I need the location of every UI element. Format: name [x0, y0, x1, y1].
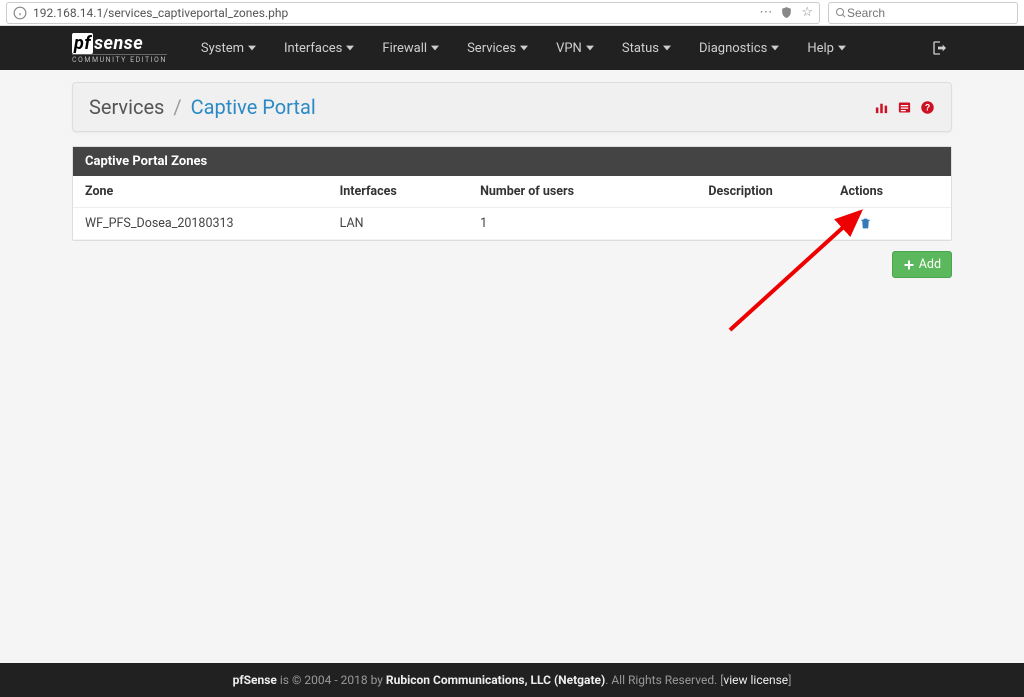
- star-icon[interactable]: ☆: [801, 5, 813, 20]
- svg-text:?: ?: [925, 102, 930, 112]
- logo[interactable]: pfsense COMMUNITY EDITION: [72, 33, 167, 64]
- info-icon: [13, 5, 27, 20]
- browser-search-field[interactable]: [828, 2, 1018, 24]
- add-label: Add: [919, 257, 941, 272]
- footer: pfSense is © 2004 - 2018 by Rubicon Comm…: [0, 663, 1024, 697]
- panel-title: Captive Portal Zones: [73, 147, 951, 176]
- col-users: Number of users: [468, 176, 696, 208]
- url-text: 192.168.14.1/services_captiveportal_zone…: [33, 6, 753, 20]
- caret-down-icon: [346, 41, 354, 56]
- edit-icon[interactable]: [840, 216, 853, 231]
- footer-company: Rubicon Communications, LLC (Netgate): [386, 673, 605, 687]
- breadcrumb-sep: /: [173, 95, 181, 119]
- search-icon: [835, 5, 847, 20]
- shield-icon[interactable]: [780, 5, 793, 20]
- log-icon[interactable]: [897, 99, 912, 114]
- caret-down-icon: [838, 41, 846, 56]
- logo-subtitle: COMMUNITY EDITION: [72, 54, 167, 64]
- breadcrumb-part2[interactable]: Captive Portal: [191, 95, 316, 119]
- logo-pf: pf: [72, 33, 93, 54]
- caret-down-icon: [520, 41, 528, 56]
- plus-icon: [903, 257, 915, 272]
- col-description: Description: [696, 176, 828, 208]
- nav-firewall[interactable]: Firewall: [368, 26, 453, 70]
- url-field[interactable]: 192.168.14.1/services_captiveportal_zone…: [6, 2, 820, 24]
- caret-down-icon: [586, 41, 594, 56]
- trash-icon[interactable]: [859, 216, 872, 231]
- table-row[interactable]: WF_PFS_Dosea_20180313 LAN 1: [73, 208, 951, 240]
- view-license-link[interactable]: view license: [723, 673, 788, 687]
- breadcrumb-part1[interactable]: Services: [89, 95, 164, 119]
- nav-diagnostics[interactable]: Diagnostics: [685, 26, 793, 70]
- col-actions: Actions: [828, 176, 951, 208]
- col-interfaces: Interfaces: [328, 176, 468, 208]
- col-zone: Zone: [73, 176, 328, 208]
- help-icon[interactable]: ?: [920, 99, 935, 114]
- nav-interfaces[interactable]: Interfaces: [270, 26, 368, 70]
- breadcrumb-panel: Services / Captive Portal ?: [72, 82, 952, 132]
- browser-address-bar: 192.168.14.1/services_captiveportal_zone…: [0, 0, 1024, 26]
- caret-down-icon: [771, 41, 779, 56]
- cell-interfaces: LAN: [328, 208, 468, 240]
- logout-icon[interactable]: [932, 40, 948, 55]
- nav-vpn[interactable]: VPN: [542, 26, 608, 70]
- zones-panel: Captive Portal Zones Zone Interfaces Num…: [72, 146, 952, 241]
- zones-table: Zone Interfaces Number of users Descript…: [73, 176, 951, 240]
- footer-product: pfSense: [233, 673, 277, 687]
- cell-zone: WF_PFS_Dosea_20180313: [73, 208, 328, 240]
- top-nav: pfsense COMMUNITY EDITION System Interfa…: [0, 26, 1024, 70]
- nav-services[interactable]: Services: [453, 26, 542, 70]
- nav-system[interactable]: System: [187, 26, 270, 70]
- cell-users: 1: [468, 208, 696, 240]
- nav-help[interactable]: Help: [793, 26, 860, 70]
- add-button[interactable]: Add: [892, 251, 952, 278]
- caret-down-icon: [663, 41, 671, 56]
- nav-status[interactable]: Status: [608, 26, 685, 70]
- cell-description: [696, 208, 828, 240]
- caret-down-icon: [431, 41, 439, 56]
- logo-sense: sense: [94, 33, 143, 54]
- caret-down-icon: [248, 41, 256, 56]
- ellipsis-icon[interactable]: ⋯: [759, 5, 772, 20]
- search-input[interactable]: [847, 6, 1011, 20]
- nav-items: System Interfaces Firewall Services VPN …: [187, 26, 860, 70]
- breadcrumb: Services / Captive Portal: [89, 95, 316, 119]
- chart-icon[interactable]: [874, 99, 889, 114]
